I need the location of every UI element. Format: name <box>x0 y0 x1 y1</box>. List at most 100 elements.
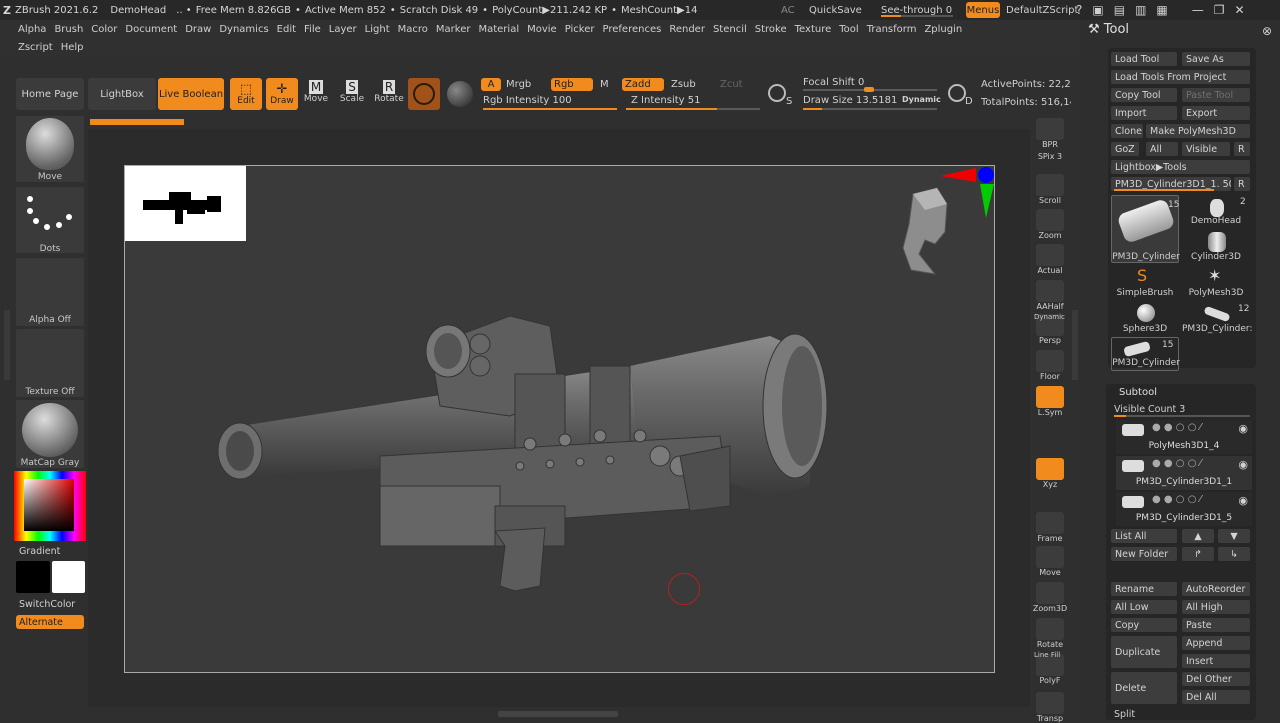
bottom-tray-handle[interactable] <box>498 711 618 717</box>
gradient-label[interactable]: Gradient <box>19 546 60 557</box>
tool-thumb-simplebrush[interactable]: S SimpleBrush <box>1111 266 1179 300</box>
layout3-icon[interactable]: ▥ <box>1135 3 1146 17</box>
copy-subtool-button[interactable]: Copy <box>1111 618 1177 632</box>
menu-marker[interactable]: Marker <box>432 24 475 35</box>
menu-render[interactable]: Render <box>665 24 709 35</box>
make-polymesh-button[interactable]: Make PolyMesh3D <box>1146 124 1250 138</box>
tool-rotate-button[interactable]: Rotate <box>1034 618 1066 649</box>
right-tray-handle[interactable] <box>1072 310 1078 380</box>
goz-button[interactable]: GoZ <box>1111 142 1139 156</box>
tool-zoom3d-button[interactable]: Zoom3D <box>1033 582 1067 613</box>
tool-thumb-polymesh3d[interactable]: ✶ PolyMesh3D <box>1182 266 1250 300</box>
clone-button[interactable]: Clone <box>1111 124 1143 138</box>
all-button[interactable]: All <box>1146 142 1178 156</box>
copy-tool-button[interactable]: Copy Tool <box>1111 88 1177 102</box>
move-down-button[interactable]: ▼ <box>1218 529 1250 543</box>
alternate-button[interactable]: Alternate <box>16 615 84 629</box>
menu-preferences[interactable]: Preferences <box>599 24 666 35</box>
tool-move-button[interactable]: Move <box>1034 546 1066 577</box>
texture-button[interactable]: Texture Off <box>16 329 84 397</box>
move-up-button[interactable]: ▲ <box>1182 529 1214 543</box>
zadd-button[interactable]: Zadd <box>622 78 664 91</box>
menu-layer[interactable]: Layer <box>325 24 361 35</box>
brush-button[interactable]: Move <box>16 116 84 182</box>
menu-color[interactable]: Color <box>87 24 121 35</box>
scale-button[interactable]: S Scale <box>338 80 366 104</box>
zsub-button[interactable]: Zsub <box>671 79 696 90</box>
tool-floor-button[interactable]: Floor <box>1034 350 1066 381</box>
tool-l-sym-button[interactable]: L.Sym <box>1034 386 1066 417</box>
menu-brush[interactable]: Brush <box>50 24 87 35</box>
tool-transp-button[interactable]: Transp <box>1034 692 1066 723</box>
default-zscript-button[interactable]: DefaultZScript <box>1006 0 1078 20</box>
rotate-button[interactable]: R Rotate <box>374 80 404 104</box>
eye-icon[interactable]: ◉ <box>1238 458 1248 471</box>
subtool-toggles-icon[interactable]: ● ● ○ ○ ⁄ <box>1152 494 1201 505</box>
primary-color-swatch[interactable] <box>16 561 50 593</box>
menu-picker[interactable]: Picker <box>561 24 599 35</box>
eye-icon[interactable]: ◉ <box>1238 494 1248 507</box>
subtool-toggles-icon[interactable]: ● ● ○ ○ ⁄ <box>1152 422 1201 433</box>
tool-thumb-cylinder3d[interactable]: Cylinder3D <box>1182 230 1250 264</box>
r-button[interactable]: R <box>1234 142 1250 156</box>
eye-icon[interactable]: ◉ <box>1238 422 1248 435</box>
material-button[interactable]: MatCap Gray <box>16 400 84 468</box>
all-low-button[interactable]: All Low <box>1111 600 1177 614</box>
delete-button[interactable]: Delete <box>1111 672 1177 704</box>
move-button[interactable]: M Move <box>302 80 330 104</box>
edit-button[interactable]: ⬚ Edit <box>230 78 262 110</box>
quicksave-button[interactable]: QuickSave <box>809 0 862 20</box>
secondary-color-swatch[interactable] <box>52 561 85 593</box>
lightbox-tools-button[interactable]: Lightbox▶Tools <box>1111 160 1250 174</box>
tool-thumb-pm3d-cylinder-3[interactable]: 15 PM3D_Cylinder <box>1111 337 1180 371</box>
tool-thumb-pm3d-cylinder[interactable]: 15 PM3D_Cylinder <box>1111 195 1180 263</box>
new-folder-button[interactable]: New Folder <box>1111 547 1177 561</box>
split-button[interactable]: Split <box>1114 709 1135 720</box>
restore-icon[interactable]: ❐ <box>1214 3 1225 17</box>
menu-edit[interactable]: Edit <box>273 24 300 35</box>
del-other-button[interactable]: Del Other <box>1182 672 1250 686</box>
subtool-title[interactable]: Subtool <box>1119 387 1157 398</box>
append-button[interactable]: Append <box>1182 636 1250 650</box>
paste-tool-button[interactable]: Paste Tool <box>1182 88 1250 102</box>
tool-thumb-pm3d-cylinder-2[interactable]: 12 PM3D_Cylinder: <box>1182 302 1253 336</box>
menu-alpha[interactable]: Alpha <box>14 24 50 35</box>
home-page-button[interactable]: Home Page <box>16 78 84 110</box>
export-button[interactable]: Export <box>1182 106 1250 120</box>
menu-file[interactable]: File <box>300 24 325 35</box>
autoreorder-button[interactable]: AutoReorder <box>1182 582 1250 596</box>
layout2-icon[interactable]: ▤ <box>1114 3 1125 17</box>
import-button[interactable]: Import <box>1111 106 1177 120</box>
help-icon[interactable]: ? <box>1076 3 1082 17</box>
menu-help[interactable]: Help <box>57 42 88 53</box>
menu-tool[interactable]: Tool <box>835 24 862 35</box>
see-through-slider[interactable]: See-through 0 <box>881 0 953 20</box>
subtool-row[interactable]: ◉ ● ● ○ ○ ⁄ PolyMesh3D1_4 <box>1116 420 1252 454</box>
close-icon[interactable]: ✕ <box>1235 3 1245 17</box>
subtool-toggles-icon[interactable]: ● ● ○ ○ ⁄ <box>1152 458 1201 469</box>
subtool-row[interactable]: ◉ ● ● ○ ○ ⁄ PM3D_Cylinder3D1_5 <box>1116 492 1252 526</box>
menu-texture[interactable]: Texture <box>791 24 836 35</box>
lightbox-button[interactable]: LightBox <box>88 78 156 110</box>
menu-transform[interactable]: Transform <box>863 24 921 35</box>
left-tray-handle[interactable] <box>4 310 10 380</box>
subtool-row[interactable]: ◉ ● ● ○ ○ ⁄ PM3D_Cylinder3D1_1 <box>1116 456 1252 490</box>
rgb-button[interactable]: Rgb <box>551 78 593 91</box>
stroke-button[interactable]: Dots <box>16 187 84 254</box>
tool-aahalf-button[interactable]: AAHalf <box>1034 280 1066 311</box>
r2-button[interactable]: R <box>1234 177 1250 191</box>
mrgb-button[interactable]: Mrgb <box>506 79 531 90</box>
dynamic-button[interactable]: Dynamic <box>902 95 941 104</box>
color-square[interactable] <box>24 479 74 531</box>
menu-stroke[interactable]: Stroke <box>751 24 791 35</box>
save-as-button[interactable]: Save As <box>1182 52 1250 66</box>
tool-zoom-button[interactable]: Zoom <box>1034 209 1066 240</box>
menu-document[interactable]: Document <box>121 24 181 35</box>
menu-zplugin[interactable]: Zplugin <box>920 24 966 35</box>
menu-macro[interactable]: Macro <box>394 24 432 35</box>
visible-button[interactable]: Visible <box>1182 142 1230 156</box>
tool-spix-3-button[interactable]: SPix 3 <box>1034 152 1066 161</box>
axis-gizmo-icon[interactable] <box>940 166 995 222</box>
paste-subtool-button[interactable]: Paste <box>1182 618 1250 632</box>
tool-scroll-button[interactable]: Scroll <box>1034 174 1066 205</box>
